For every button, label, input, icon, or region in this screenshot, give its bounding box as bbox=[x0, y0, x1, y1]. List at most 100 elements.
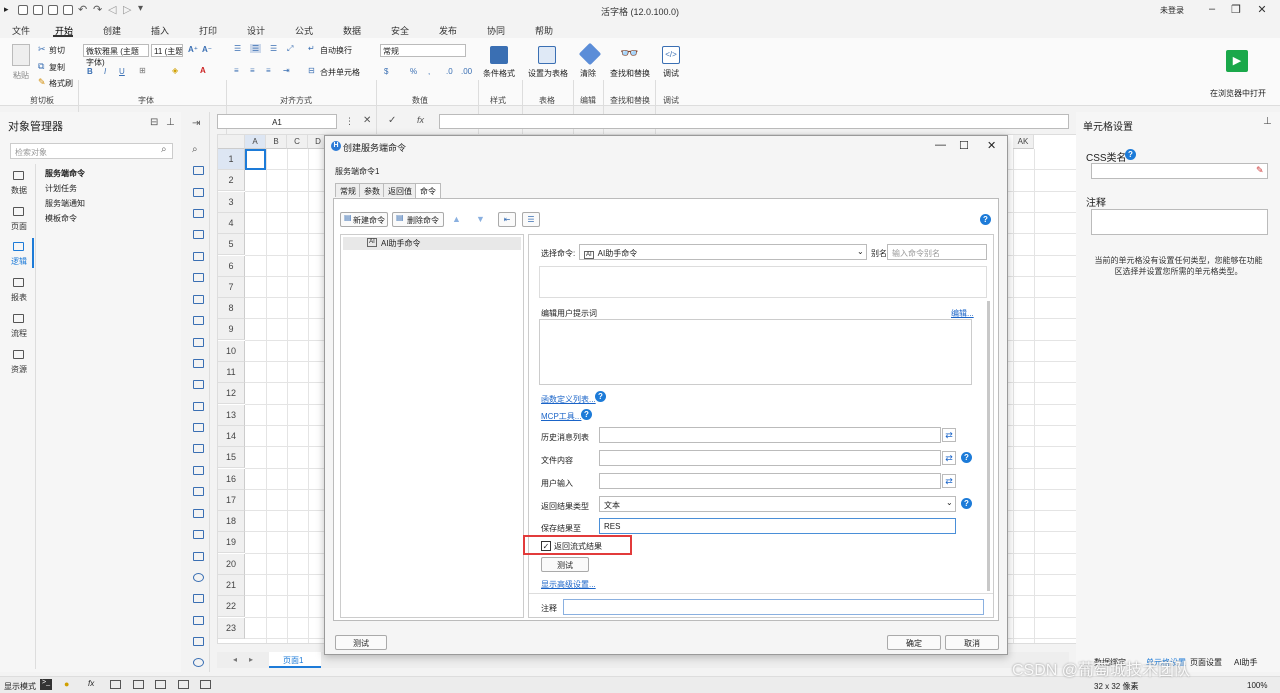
column-header[interactable]: C bbox=[287, 135, 308, 149]
user-icon[interactable] bbox=[193, 466, 204, 475]
row-header[interactable]: 15 bbox=[218, 447, 245, 469]
fx-icon[interactable]: fx bbox=[88, 679, 94, 688]
nav-report[interactable]: 报表 bbox=[4, 292, 34, 303]
menu-print[interactable]: 打印 bbox=[199, 24, 217, 37]
tab-command[interactable]: 命令 bbox=[415, 183, 441, 198]
tree-item-template-commands[interactable]: 模板命令 bbox=[45, 213, 77, 224]
row-header[interactable]: 6 bbox=[218, 255, 245, 277]
row-header[interactable]: 18 bbox=[218, 511, 245, 533]
mcp-tools-link[interactable]: MCP工具... bbox=[541, 411, 581, 422]
number-format-dropdown[interactable]: 常规 bbox=[380, 44, 466, 57]
align-middle-icon[interactable]: ☰ bbox=[250, 44, 262, 53]
pin-icon[interactable]: ⊥ bbox=[1263, 116, 1272, 127]
layers-icon[interactable] bbox=[155, 680, 166, 689]
corner-cell[interactable] bbox=[218, 135, 245, 149]
image-icon[interactable] bbox=[110, 680, 121, 689]
tree-item-server-notifications[interactable]: 服务端通知 bbox=[45, 198, 85, 209]
function-icon[interactable]: fx bbox=[417, 115, 424, 125]
pin-icon[interactable]: ⊥ bbox=[166, 117, 175, 128]
run-icon[interactable]: ▶ bbox=[1226, 50, 1248, 72]
sheet-tab-page1[interactable]: 页面1 bbox=[269, 652, 321, 668]
row-header[interactable]: 10 bbox=[218, 340, 245, 362]
paste-button[interactable]: 粘贴 bbox=[13, 70, 29, 81]
help-icon[interactable]: ? bbox=[595, 391, 606, 402]
bulb-icon[interactable]: ● bbox=[64, 679, 69, 689]
tab-ai-assistant[interactable]: AI助手 bbox=[1234, 657, 1258, 668]
row-header[interactable]: 12 bbox=[218, 383, 245, 405]
help-icon[interactable]: ? bbox=[961, 498, 972, 509]
italic-icon[interactable]: I bbox=[104, 67, 106, 76]
column-header[interactable]: AK bbox=[1013, 135, 1034, 149]
search-input[interactable]: 检索对象 bbox=[10, 143, 173, 159]
calendar-icon[interactable] bbox=[193, 509, 204, 518]
align-top-icon[interactable]: ☰ bbox=[234, 44, 241, 53]
row-header[interactable]: 16 bbox=[218, 468, 245, 490]
test-command-button[interactable]: 测试 bbox=[541, 557, 589, 572]
shrink-font-icon[interactable]: A⁻ bbox=[202, 45, 212, 54]
terminal-icon[interactable]: >_ bbox=[40, 679, 52, 690]
search-icon[interactable]: ⌕ bbox=[161, 144, 167, 155]
menu-insert[interactable]: 插入 bbox=[151, 24, 169, 37]
copy-button[interactable]: 复制 bbox=[49, 62, 65, 73]
close-icon[interactable]: ✕ bbox=[1254, 3, 1270, 17]
row-header[interactable]: 21 bbox=[218, 575, 245, 596]
maximize-icon[interactable]: ❐ bbox=[1228, 3, 1244, 17]
collapse-icon[interactable]: ⊟ bbox=[150, 117, 158, 128]
column-header[interactable]: A bbox=[245, 135, 266, 149]
clear-button[interactable]: 清除 bbox=[580, 68, 596, 79]
chart-icon[interactable] bbox=[193, 188, 204, 197]
menu-design[interactable]: 设计 bbox=[247, 24, 265, 37]
grid-icon[interactable] bbox=[193, 295, 204, 304]
combo-icon[interactable] bbox=[193, 252, 204, 261]
grid-icon[interactable] bbox=[178, 680, 189, 689]
tree-item-server-commands[interactable]: 服务端命令 bbox=[45, 168, 85, 179]
font-size-dropdown[interactable]: 11 (主题字号) bbox=[151, 44, 183, 57]
user-input-field[interactable] bbox=[599, 473, 941, 489]
prev-sheet-icon[interactable]: ◂ bbox=[233, 655, 237, 664]
nav-data[interactable]: 数据 bbox=[4, 185, 34, 196]
cancel-button[interactable]: 取消 bbox=[945, 635, 999, 650]
stream-result-checkbox[interactable]: ✓ bbox=[541, 541, 551, 551]
row-header[interactable]: 17 bbox=[218, 489, 245, 511]
file-content-input[interactable] bbox=[599, 450, 941, 466]
underline-icon[interactable]: U bbox=[119, 67, 125, 76]
tab-page-settings[interactable]: 页面设置 bbox=[1190, 657, 1222, 668]
radio-icon[interactable] bbox=[193, 573, 204, 582]
bold-icon[interactable]: B bbox=[87, 67, 93, 76]
search-icon[interactable]: ⌕ bbox=[192, 144, 198, 155]
doc-icon[interactable] bbox=[193, 338, 204, 347]
row-header[interactable]: 22 bbox=[218, 596, 245, 618]
align-center-icon[interactable]: ≡ bbox=[250, 66, 255, 75]
dialog-close-icon[interactable]: ✕ bbox=[987, 139, 996, 152]
minimize-icon[interactable]: – bbox=[1204, 3, 1220, 17]
row-header[interactable]: 9 bbox=[218, 319, 245, 341]
test-button[interactable]: 测试 bbox=[335, 635, 387, 650]
window-icon[interactable] bbox=[193, 594, 204, 603]
row-header[interactable]: 14 bbox=[218, 425, 245, 447]
ok-button[interactable]: 确定 bbox=[887, 635, 941, 650]
css-class-input[interactable] bbox=[1091, 163, 1268, 179]
scrollbar[interactable] bbox=[987, 301, 990, 591]
dialog-minimize-icon[interactable]: — bbox=[935, 139, 946, 151]
open-in-browser-button[interactable]: 在浏览器中打开 bbox=[1210, 88, 1266, 99]
edit-link[interactable]: 编辑... bbox=[951, 308, 974, 319]
selected-cell[interactable] bbox=[245, 149, 266, 170]
row-header[interactable]: 7 bbox=[218, 276, 245, 298]
tab-return[interactable]: 返回值 bbox=[383, 183, 417, 197]
tab-general[interactable]: 常规 bbox=[335, 183, 361, 197]
indent-icon[interactable]: ⇤ bbox=[498, 212, 516, 227]
checkbox-icon[interactable] bbox=[193, 530, 204, 539]
currency-icon[interactable]: $ bbox=[384, 67, 388, 76]
help-icon[interactable]: ? bbox=[980, 214, 991, 225]
alias-input[interactable]: 输入命令别名 bbox=[887, 244, 987, 260]
link-icon[interactable] bbox=[193, 273, 204, 282]
more-icon[interactable]: ⋮ bbox=[345, 116, 354, 127]
upload-icon[interactable] bbox=[193, 637, 204, 646]
align-right-icon[interactable]: ≡ bbox=[266, 66, 271, 75]
cut-button[interactable]: 剪切 bbox=[49, 45, 65, 56]
wrap-text-button[interactable]: 自动换行 bbox=[320, 45, 352, 56]
move-up-icon[interactable]: ▲ bbox=[452, 214, 461, 224]
fill-color-icon[interactable]: ◈ bbox=[172, 66, 178, 75]
checklist-icon[interactable] bbox=[193, 552, 204, 561]
row-header[interactable]: 4 bbox=[218, 212, 245, 234]
